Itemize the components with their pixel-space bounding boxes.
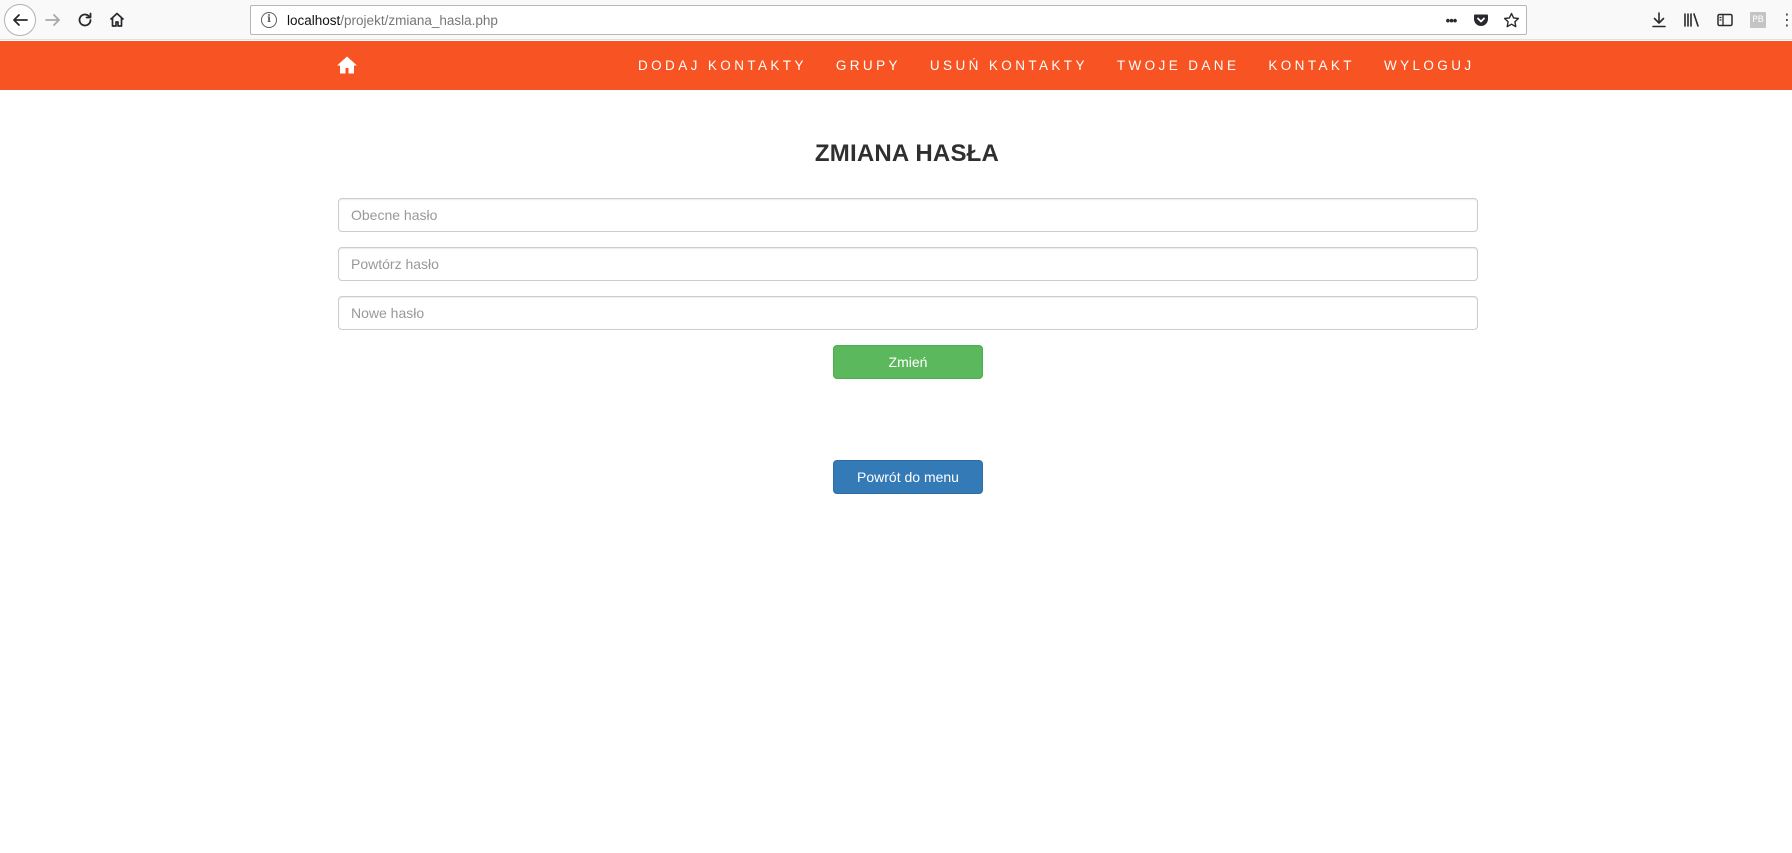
toolbar-right: PB ⋮	[1638, 8, 1792, 32]
nav-link-twoje-dane[interactable]: TWOJE DANE	[1117, 58, 1240, 73]
nav-link-wyloguj[interactable]: WYLOGUJ	[1384, 58, 1475, 73]
extension-icon[interactable]: PB	[1746, 8, 1770, 32]
nav-link-dodaj-kontakty[interactable]: DODAJ KONTAKTY	[638, 58, 807, 73]
back-arrow-icon	[13, 14, 28, 26]
page-actions-icon[interactable]: •••	[1442, 11, 1460, 29]
nav-link-grupy[interactable]: GRUPY	[836, 58, 901, 73]
menu-icon[interactable]: ⋮	[1779, 8, 1792, 32]
home-icon	[109, 12, 125, 27]
extension-label: PB	[1750, 12, 1766, 28]
current-password-field[interactable]	[338, 198, 1478, 232]
sidebar-icon[interactable]	[1713, 8, 1737, 32]
repeat-password-field[interactable]	[338, 247, 1478, 281]
download-icon[interactable]	[1647, 8, 1671, 32]
reload-icon	[78, 12, 92, 27]
browser-toolbar: i localhost/projekt/zmiana_hasla.php •••…	[0, 0, 1792, 40]
forward-button[interactable]	[37, 4, 69, 36]
browser-home-button[interactable]	[101, 4, 133, 36]
info-icon[interactable]: i	[261, 12, 277, 28]
home-icon	[337, 56, 357, 74]
nav-links: DODAJ KONTAKTY GRUPY USUŃ KONTAKTY TWOJE…	[638, 41, 1475, 90]
nav-link-kontakt[interactable]: KONTAKT	[1268, 58, 1355, 73]
site-navbar: DODAJ KONTAKTY GRUPY USUŃ KONTAKTY TWOJE…	[0, 41, 1792, 90]
change-password-button[interactable]: Zmień	[833, 345, 983, 379]
back-to-menu-button[interactable]: Powrót do menu	[833, 460, 983, 494]
address-bar[interactable]: i localhost/projekt/zmiana_hasla.php •••	[250, 5, 1527, 35]
back-button[interactable]	[4, 4, 36, 36]
pocket-icon[interactable]	[1472, 11, 1490, 29]
star-icon[interactable]	[1502, 11, 1520, 29]
nav-home-link[interactable]	[336, 55, 358, 75]
url-text[interactable]: localhost/projekt/zmiana_hasla.php	[287, 13, 498, 28]
page-actions: •••	[1442, 6, 1520, 34]
reload-button[interactable]	[69, 4, 101, 36]
nav-link-usun-kontakty[interactable]: USUŃ KONTAKTY	[930, 58, 1088, 73]
forward-arrow-icon	[45, 14, 60, 26]
page-title: ZMIANA HASŁA	[814, 140, 1000, 167]
new-password-field[interactable]	[338, 296, 1478, 330]
library-icon[interactable]	[1680, 8, 1704, 32]
